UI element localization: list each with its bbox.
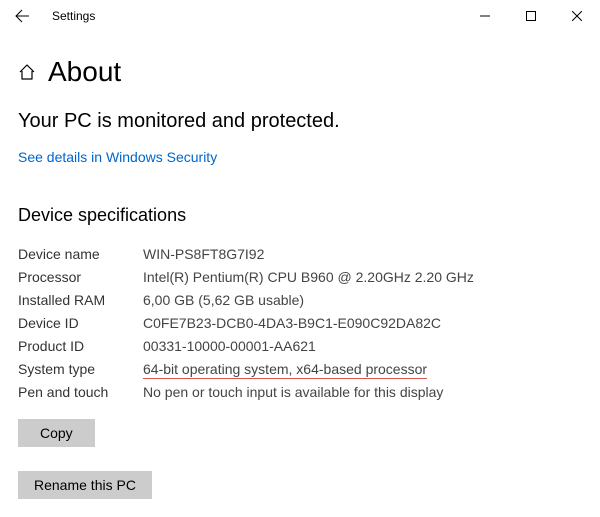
home-icon[interactable] bbox=[18, 63, 36, 81]
maximize-button[interactable] bbox=[508, 0, 554, 32]
spec-row-processor: Processor Intel(R) Pentium(R) CPU B960 @… bbox=[18, 269, 582, 285]
arrow-left-icon bbox=[14, 8, 30, 24]
window-title: Settings bbox=[52, 9, 95, 23]
page-title: About bbox=[48, 56, 121, 88]
minimize-button[interactable] bbox=[462, 0, 508, 32]
security-link[interactable]: See details in Windows Security bbox=[18, 149, 217, 165]
specs-heading: Device specifications bbox=[18, 205, 582, 226]
spec-value: No pen or touch input is available for t… bbox=[143, 384, 443, 400]
spec-value: 64-bit operating system, x64-based proce… bbox=[143, 361, 427, 377]
spec-row-system-type: System type 64-bit operating system, x64… bbox=[18, 361, 582, 377]
close-button[interactable] bbox=[554, 0, 600, 32]
spec-row-device-id: Device ID C0FE7B23-DCB0-4DA3-B9C1-E090C9… bbox=[18, 315, 582, 331]
rename-pc-button[interactable]: Rename this PC bbox=[18, 471, 152, 499]
spec-label: Processor bbox=[18, 269, 143, 285]
back-button[interactable] bbox=[6, 0, 38, 32]
copy-button[interactable]: Copy bbox=[18, 419, 95, 447]
page-header: About bbox=[18, 56, 582, 88]
spec-label: Installed RAM bbox=[18, 292, 143, 308]
spec-row-pen-touch: Pen and touch No pen or touch input is a… bbox=[18, 384, 582, 400]
spec-label: Device name bbox=[18, 246, 143, 262]
maximize-icon bbox=[526, 11, 536, 21]
specs-table: Device name WIN-PS8FT8G7I92 Processor In… bbox=[18, 246, 582, 400]
spec-label: Device ID bbox=[18, 315, 143, 331]
content-area: About Your PC is monitored and protected… bbox=[0, 56, 600, 517]
spec-row-device-name: Device name WIN-PS8FT8G7I92 bbox=[18, 246, 582, 262]
spec-value: C0FE7B23-DCB0-4DA3-B9C1-E090C92DA82C bbox=[143, 315, 441, 331]
spec-label: System type bbox=[18, 361, 143, 377]
spec-row-product-id: Product ID 00331-10000-00001-AA621 bbox=[18, 338, 582, 354]
spec-value: WIN-PS8FT8G7I92 bbox=[143, 246, 264, 262]
minimize-icon bbox=[480, 11, 490, 21]
protection-status: Your PC is monitored and protected. bbox=[18, 110, 582, 133]
spec-label: Product ID bbox=[18, 338, 143, 354]
spec-value: Intel(R) Pentium(R) CPU B960 @ 2.20GHz 2… bbox=[143, 269, 474, 285]
spec-value: 6,00 GB (5,62 GB usable) bbox=[143, 292, 304, 308]
titlebar: Settings bbox=[0, 0, 600, 32]
spec-value: 00331-10000-00001-AA621 bbox=[143, 338, 316, 354]
highlighted-value: 64-bit operating system, x64-based proce… bbox=[143, 361, 427, 379]
spec-row-ram: Installed RAM 6,00 GB (5,62 GB usable) bbox=[18, 292, 582, 308]
close-icon bbox=[572, 11, 582, 21]
window-controls bbox=[462, 0, 600, 32]
spec-label: Pen and touch bbox=[18, 384, 143, 400]
